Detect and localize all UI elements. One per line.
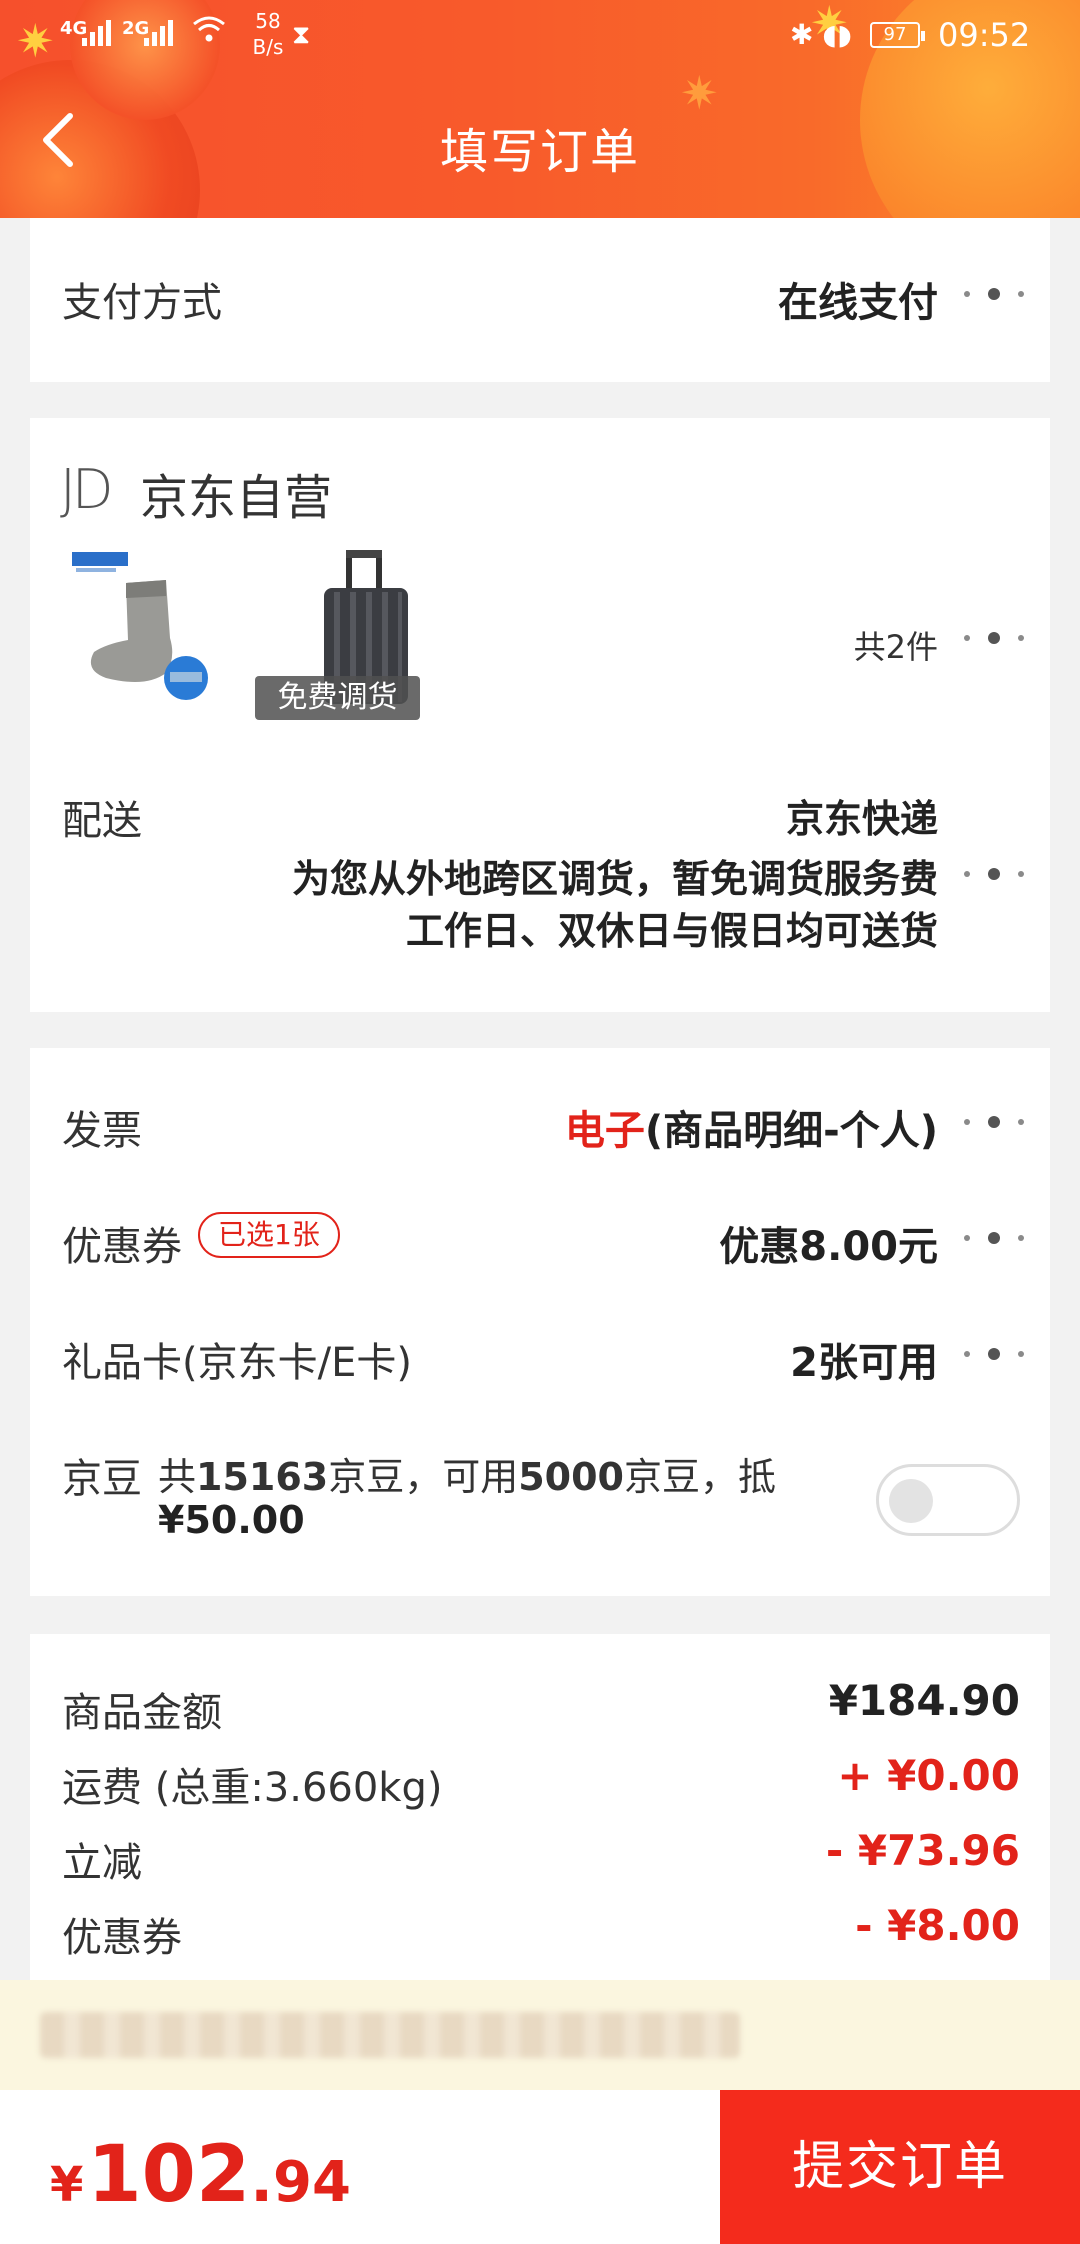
toggle-knob xyxy=(889,1479,933,1523)
gift-card-row[interactable]: 礼品卡(京东卡/E卡) 2张可用 xyxy=(30,1330,1050,1400)
product-thumbnail-socks[interactable] xyxy=(66,548,226,708)
shop-card: JD 京东自营 免费调货 共2件 配送 京东快递 为您从外地跨区调货，暂免调货服… xyxy=(30,418,1050,1012)
coupon-value: 优惠8.00元 xyxy=(719,1224,938,1270)
bluetooth-vibrate-icon: ✱ ◖◗ xyxy=(790,18,852,51)
summary-value: + ¥0.00 xyxy=(837,1751,1020,1800)
delivery-method: 京东快递 xyxy=(785,797,938,841)
gift-card-value: 2张可用 xyxy=(790,1340,938,1386)
payment-value: 在线支付 xyxy=(778,280,938,326)
summary-label: 立减 xyxy=(62,1840,142,1886)
total-price: ¥ 102 . 94 xyxy=(50,2130,351,2220)
header: ✷ ✷ ✷ 4G 2G 58 B/s ⧗ ✱ ◖◗ 97 09:52 填写订单 xyxy=(0,0,1080,218)
payment-label: 支付方式 xyxy=(62,280,222,326)
more-icon xyxy=(964,1228,1024,1248)
options-card: 发票 电子(商品明细-个人) 优惠券 已选1张 优惠8.00元 礼品卡(京东卡/… xyxy=(30,1048,1050,1596)
more-icon xyxy=(964,1344,1024,1364)
more-icon xyxy=(964,628,1024,648)
delivery-label: 配送 xyxy=(62,798,142,844)
wifi-icon xyxy=(192,14,226,52)
shop-name: 京东自营 xyxy=(140,470,333,526)
invoice-label: 发票 xyxy=(62,1108,142,1154)
invoice-value: 电子(商品明细-个人) xyxy=(564,1108,938,1154)
blurred-notice-text xyxy=(40,2012,740,2058)
total-decimal: 94 xyxy=(273,2150,351,2215)
coupon-row[interactable]: 优惠券 已选1张 优惠8.00元 xyxy=(30,1212,1050,1284)
hourglass-icon: ⧗ xyxy=(292,20,311,50)
jd-logo: JD xyxy=(60,458,113,521)
invoice-row[interactable]: 发票 电子(商品明细-个人) xyxy=(30,1098,1050,1168)
delivery-note: 为您从外地跨区调货，暂免调货服务费 xyxy=(291,857,938,901)
total-integer: 102 xyxy=(87,2130,251,2220)
summary-value: - ¥8.00 xyxy=(855,1901,1020,1950)
status-bar: 4G 2G 58 B/s ⧗ ✱ ◖◗ 97 09:52 xyxy=(0,0,1080,80)
battery-icon: 97 xyxy=(870,22,925,48)
jingdou-deduct: ¥50.00 xyxy=(158,1498,305,1542)
jingdou-info: 共15163京豆，可用5000京豆，抵 xyxy=(158,1455,777,1499)
more-icon xyxy=(964,284,1024,304)
price-summary-card: 商品金额 ¥184.90 运费 (总重:3.660kg) + ¥0.00 立减 - ¥73… xyxy=(30,1634,1050,1994)
summary-label: 优惠券 xyxy=(62,1915,182,1961)
product-list-row[interactable]: 免费调货 共2件 xyxy=(30,538,1050,738)
free-transfer-badge: 免费调货 xyxy=(255,676,420,720)
summary-label: 运费 (总重:3.660kg) xyxy=(62,1765,443,1811)
socks-image xyxy=(72,552,208,700)
delivery-note: 工作日、双休日与假日均可送货 xyxy=(405,909,938,953)
coupon-selected-tag: 已选1张 xyxy=(198,1212,340,1258)
summary-label: 商品金额 xyxy=(62,1690,222,1736)
more-icon xyxy=(964,1112,1024,1132)
summary-value: - ¥73.96 xyxy=(825,1826,1020,1875)
total-dot: . xyxy=(250,2146,274,2216)
notice-banner xyxy=(0,1980,1080,2090)
bottom-bar: ¥ 102 . 94 提交订单 xyxy=(0,2090,1080,2244)
summary-value: ¥184.90 xyxy=(828,1676,1020,1725)
payment-method-row[interactable]: 支付方式 在线支付 xyxy=(30,218,1050,382)
currency-symbol: ¥ xyxy=(50,2157,84,2213)
submit-order-button[interactable]: 提交订单 xyxy=(720,2090,1080,2244)
jingdou-toggle[interactable] xyxy=(876,1464,1020,1536)
more-icon xyxy=(964,864,1024,884)
jingdou-label: 京豆 xyxy=(62,1456,142,1502)
signal-icon xyxy=(82,20,111,46)
network-speed: 58 B/s xyxy=(252,9,284,59)
gift-card-label: 礼品卡(京东卡/E卡) xyxy=(62,1340,412,1386)
clock: 09:52 xyxy=(938,16,1031,54)
item-count: 共2件 xyxy=(853,628,938,666)
signal-icon xyxy=(144,20,173,46)
coupon-label: 优惠券 xyxy=(62,1224,182,1270)
delivery-row[interactable]: 配送 京东快递 为您从外地跨区调货，暂免调货服务费 工作日、双休日与假日均可送货 xyxy=(30,778,1050,978)
page-title: 填写订单 xyxy=(439,124,640,180)
